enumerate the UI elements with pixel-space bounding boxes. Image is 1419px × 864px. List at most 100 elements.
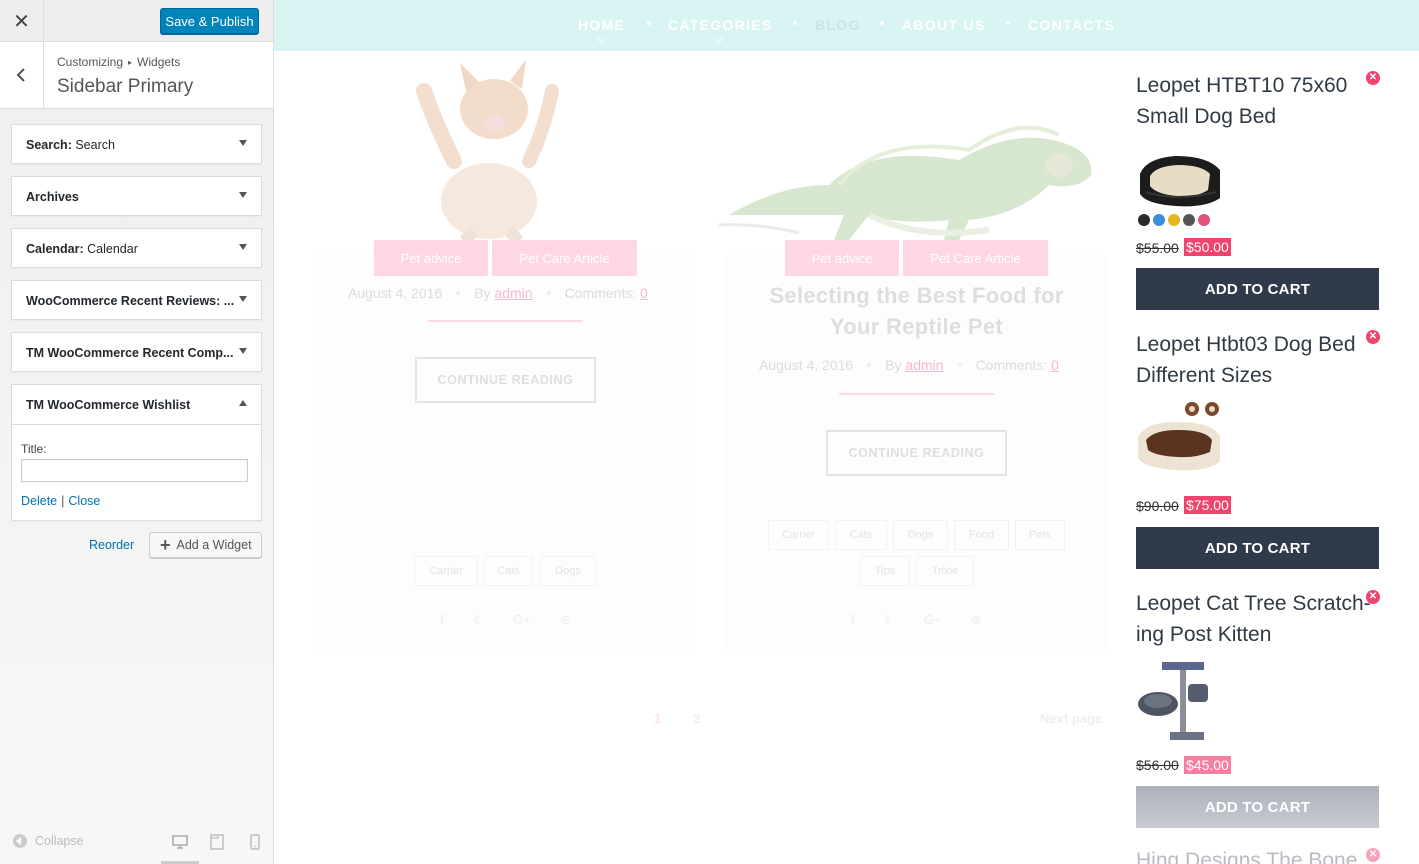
collapse-button[interactable]: Collapse <box>13 834 84 848</box>
breadcrumb-root: Customizing <box>57 55 124 69</box>
post-tag[interactable]: Food <box>954 520 1009 550</box>
post-meta: August 4, 2016 By admin Comments: 0 <box>759 357 1059 373</box>
caret-down-icon[interactable] <box>239 296 247 302</box>
section-header: Customizing ▸ Widgets Sidebar Primary <box>0 42 273 109</box>
post-meta: August 4, 2016 By admin Comments: 0 <box>348 285 648 301</box>
color-swatch[interactable] <box>1153 214 1165 226</box>
nav-categories[interactable]: CATEGORIES <box>668 17 773 33</box>
post-tag[interactable]: Pets <box>1015 520 1065 550</box>
post-title[interactable]: Selecting the Best Food for Your Reptile… <box>729 280 1104 342</box>
nav-about-us[interactable]: ABOUT US <box>902 17 986 33</box>
remove-wishlist-button[interactable]: ✕ <box>1366 590 1380 604</box>
save-publish-button[interactable]: Save & Publish <box>160 8 259 34</box>
color-swatch[interactable] <box>1138 214 1150 226</box>
widget-recent-compare[interactable]: TM WooCommerce Recent Comp... <box>11 332 262 372</box>
nav-blog[interactable]: BLOG <box>815 17 861 33</box>
caret-up-icon[interactable] <box>239 400 247 406</box>
post-category-tag[interactable]: Pet advice <box>374 240 488 276</box>
delete-link[interactable]: Delete <box>21 494 57 508</box>
post-card <box>314 255 696 655</box>
twitter-icon[interactable]: 𝕥 <box>885 612 891 628</box>
reorder-link[interactable]: Reorder <box>89 538 134 552</box>
nav-contacts[interactable]: CONTACTS <box>1028 17 1115 33</box>
mobile-icon <box>250 834 260 850</box>
main-navigation: HOME CATEGORIES BLOG ABOUT US CONTACTS <box>274 0 1419 51</box>
caret-down-icon[interactable] <box>239 192 247 198</box>
tablet-preview-button[interactable] <box>207 832 227 852</box>
add-widget-button[interactable]: + Add a Widget <box>149 532 262 558</box>
color-swatch[interactable] <box>1168 214 1180 226</box>
post-tag[interactable]: Dogs <box>893 520 948 550</box>
wishlist-product-title[interactable]: Leopet Htbt03 Dog Bed Different Sizes <box>1136 329 1356 391</box>
twitter-icon[interactable]: 𝕥 <box>474 612 480 628</box>
post-tag[interactable]: Tips <box>860 556 910 586</box>
nav-home[interactable]: HOME <box>578 17 625 33</box>
post-tag[interactable]: Cats <box>835 520 887 550</box>
breadcrumb-section: Widgets <box>137 55 181 69</box>
caret-down-icon[interactable] <box>239 348 247 354</box>
remove-wishlist-button[interactable]: ✕ <box>1366 330 1380 344</box>
widget-label: Archives <box>26 190 79 204</box>
continue-reading-button[interactable]: CONTINUE READING <box>826 430 1007 476</box>
color-swatch[interactable] <box>1198 214 1210 226</box>
next-page-link[interactable]: Next page <box>1040 711 1102 726</box>
widget-search[interactable]: Search: Search <box>11 124 262 164</box>
author-link[interactable]: admin <box>494 285 532 301</box>
plus-icon: + <box>160 535 171 555</box>
wishlist-product-title[interactable]: Leopet Cat Tree Scratch- ing Post Kitten <box>1136 588 1371 650</box>
mobile-preview-button[interactable] <box>245 832 265 852</box>
post-tag[interactable]: Carrier <box>414 556 478 586</box>
color-swatch[interactable] <box>1183 214 1195 226</box>
back-button[interactable] <box>0 42 44 108</box>
wishlist-product-title[interactable]: Hing Designs The Bone <box>1136 845 1357 864</box>
pinterest-icon[interactable]: ⊕ <box>560 612 571 628</box>
continue-reading-button[interactable]: CONTINUE READING <box>415 357 596 403</box>
widget-recent-reviews[interactable]: WooCommerce Recent Reviews: ... <box>11 280 262 320</box>
app-window: ✕ Save & Publish Customizing ▸ Widgets S… <box>0 0 1419 864</box>
comments-link[interactable]: 0 <box>1051 357 1059 373</box>
title-field[interactable] <box>21 459 248 482</box>
iguana-image <box>719 125 1092 240</box>
facebook-icon[interactable]: f <box>440 612 444 627</box>
page-1-link[interactable]: 1 <box>654 711 661 726</box>
sale-price: $45.00 <box>1184 756 1231 774</box>
google-plus-icon[interactable]: G+ <box>924 612 942 627</box>
post-tag[interactable]: Carrier <box>768 520 829 550</box>
page-2-link[interactable]: 2 <box>693 711 700 726</box>
widget-archives[interactable]: Archives <box>11 176 262 216</box>
pinterest-icon[interactable]: ⊕ <box>971 612 982 628</box>
post-tag[interactable]: Trixie <box>916 556 974 586</box>
remove-wishlist-button[interactable]: ✕ <box>1366 848 1380 862</box>
divider <box>839 393 994 395</box>
remove-wishlist-button[interactable]: ✕ <box>1366 71 1380 85</box>
facebook-icon[interactable]: f <box>851 612 855 627</box>
post-category-tag[interactable]: Pet advice <box>785 240 899 276</box>
wishlist-product-title[interactable]: Leopet HTBT10 75x60 Small Dog Bed <box>1136 70 1347 132</box>
add-to-cart-button[interactable]: ADD TO CART <box>1136 786 1379 828</box>
post-tag[interactable]: Cats <box>484 556 533 586</box>
desktop-preview-button[interactable] <box>170 832 190 852</box>
breadcrumb: Customizing ▸ Widgets <box>57 55 180 69</box>
caret-down-icon[interactable] <box>239 140 247 146</box>
post-category-tag[interactable]: Pet Care Article <box>903 240 1048 276</box>
chevron-down-icon <box>596 33 607 44</box>
post-tag[interactable]: Dogs <box>540 556 596 586</box>
collapse-icon <box>13 834 27 848</box>
caret-down-icon[interactable] <box>239 244 247 250</box>
widget-calendar[interactable]: Calendar: Calendar <box>11 228 262 268</box>
close-customizer-button[interactable]: ✕ <box>0 0 44 42</box>
nav-separator <box>1006 21 1010 25</box>
widget-header[interactable]: TM WooCommerce Wishlist <box>12 385 261 425</box>
post-category-tag[interactable]: Pet Care Article <box>492 240 637 276</box>
nav-separator <box>793 21 797 25</box>
author-link[interactable]: admin <box>905 357 943 373</box>
widget-label: WooCommerce Recent Reviews: ... <box>26 294 235 308</box>
add-to-cart-button[interactable]: ADD TO CART <box>1136 527 1379 569</box>
add-to-cart-button[interactable]: ADD TO CART <box>1136 268 1379 310</box>
cat-tree-image <box>1138 662 1208 740</box>
google-plus-icon[interactable]: G+ <box>513 612 531 627</box>
comments-link[interactable]: 0 <box>640 285 648 301</box>
close-link[interactable]: Close <box>68 494 100 508</box>
widget-label: Calendar: Calendar <box>26 242 138 256</box>
widget-label: TM WooCommerce Wishlist <box>26 398 191 412</box>
